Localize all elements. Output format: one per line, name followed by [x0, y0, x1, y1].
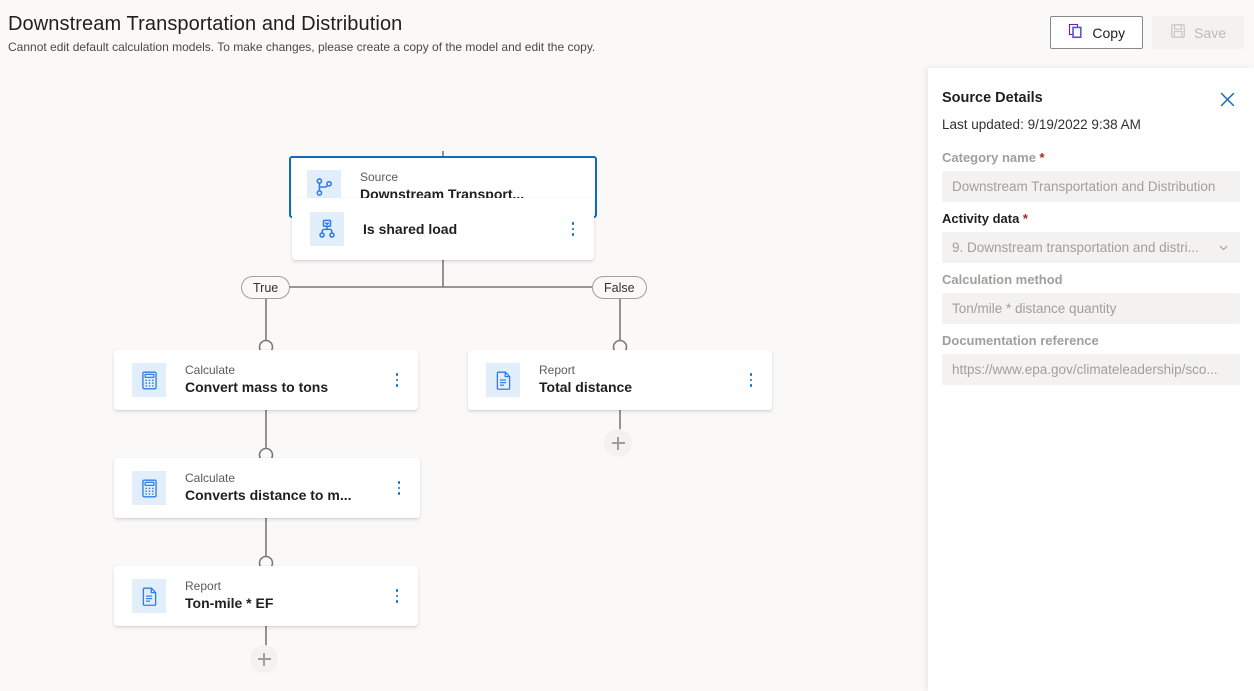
- panel-title: Source Details: [942, 90, 1043, 106]
- calculation-method-value: Ton/mile * distance quantity: [952, 301, 1117, 316]
- category-name-input[interactable]: Downstream Transportation and Distributi…: [942, 171, 1240, 202]
- flow-node-ton-mile-text: Report Ton-mile * EF: [185, 579, 384, 613]
- copy-icon: [1068, 23, 1084, 42]
- flow-node-condition[interactable]: Is shared load: [292, 198, 594, 260]
- flow-node-total-distance-text: Report Total distance: [539, 363, 738, 397]
- flow-node-total-distance[interactable]: Report Total distance: [468, 350, 772, 410]
- flow-node-ton-mile[interactable]: Report Ton-mile * EF: [114, 566, 418, 626]
- flow-node-convert-mass-type: Calculate: [185, 363, 236, 377]
- flow-node-convert-distance[interactable]: Calculate Converts distance to m...: [114, 458, 420, 518]
- flow-node-ton-mile-menu-icon[interactable]: [384, 578, 410, 614]
- flow-node-condition-text: Is shared load: [363, 220, 560, 239]
- chevron-down-icon: [1217, 241, 1230, 254]
- field-documentation-reference: Documentation reference https://www.epa.…: [942, 333, 1240, 385]
- save-icon: [1170, 23, 1186, 42]
- documentation-reference-value: https://www.epa.gov/climateleadership/sc…: [952, 362, 1218, 377]
- flow-node-total-distance-title: Total distance: [539, 379, 633, 395]
- branch-label-false: False: [592, 276, 647, 299]
- calculation-model-page: Downstream Transportation and Distributi…: [0, 0, 1254, 691]
- flow-node-convert-distance-menu-icon[interactable]: [386, 470, 412, 506]
- field-activity-data-label: Activity data *: [942, 211, 1028, 226]
- flow-node-total-distance-type: Report: [539, 363, 576, 377]
- copy-button[interactable]: Copy: [1050, 16, 1144, 49]
- field-category-name-label: Category name *: [942, 150, 1045, 165]
- flow-node-convert-distance-type: Calculate: [185, 471, 236, 485]
- calculator-icon: [132, 471, 166, 505]
- field-calculation-method-label: Calculation method: [942, 272, 1063, 287]
- documentation-reference-input[interactable]: https://www.epa.gov/climateleadership/sc…: [942, 354, 1240, 385]
- branch-label-true: True: [241, 276, 291, 299]
- save-button-label: Save: [1194, 24, 1226, 41]
- flow-canvas[interactable]: Source Downstream Transport... Is shared…: [0, 68, 928, 691]
- close-icon[interactable]: [1214, 86, 1240, 112]
- copy-button-label: Copy: [1092, 24, 1126, 41]
- required-asterisk: *: [1019, 211, 1028, 226]
- page-title: Downstream Transportation and Distributi…: [8, 13, 403, 35]
- flow-node-condition-menu-icon[interactable]: [560, 211, 586, 247]
- panel-last-updated: Last updated: 9/19/2022 9:38 AM: [942, 117, 1141, 132]
- document-icon: [132, 579, 166, 613]
- field-activity-data: Activity data * 9. Downstream transporta…: [942, 211, 1240, 263]
- flow-node-source-type: Source: [360, 170, 399, 184]
- add-step-button-false-branch[interactable]: [604, 429, 632, 457]
- required-asterisk: *: [1035, 150, 1045, 165]
- flow-node-convert-distance-title: Converts distance to m...: [185, 487, 352, 503]
- category-name-value: Downstream Transportation and Distributi…: [952, 179, 1216, 194]
- header-actions: Copy Save: [1050, 16, 1244, 49]
- calculation-method-input[interactable]: Ton/mile * distance quantity: [942, 293, 1240, 324]
- source-details-panel: Source Details Last updated: 9/19/2022 9…: [928, 68, 1254, 691]
- field-documentation-reference-label: Documentation reference: [942, 333, 1099, 348]
- flow-node-convert-distance-text: Calculate Converts distance to m...: [185, 471, 386, 505]
- calculator-icon: [132, 363, 166, 397]
- flow-node-convert-mass-menu-icon[interactable]: [384, 362, 410, 398]
- flow-node-condition-title: Is shared load: [363, 220, 458, 237]
- page-subtitle: Cannot edit default calculation models. …: [8, 40, 596, 54]
- document-icon: [486, 363, 520, 397]
- flow-node-ton-mile-title: Ton-mile * EF: [185, 595, 274, 611]
- activity-data-select[interactable]: 9. Downstream transportation and distri.…: [942, 232, 1240, 263]
- add-step-button-true-branch[interactable]: [250, 645, 278, 673]
- flow-node-convert-mass-text: Calculate Convert mass to tons: [185, 363, 384, 397]
- flow-node-ton-mile-type: Report: [185, 579, 222, 593]
- decision-icon: [310, 212, 344, 246]
- activity-data-value: 9. Downstream transportation and distri.…: [952, 240, 1199, 255]
- flow-node-convert-mass-title: Convert mass to tons: [185, 379, 329, 395]
- flow-node-total-distance-menu-icon[interactable]: [738, 362, 764, 398]
- field-category-name: Category name * Downstream Transportatio…: [942, 150, 1240, 202]
- field-calculation-method: Calculation method Ton/mile * distance q…: [942, 272, 1240, 324]
- save-button: Save: [1152, 16, 1244, 49]
- flow-node-convert-mass[interactable]: Calculate Convert mass to tons: [114, 350, 418, 410]
- page-header: Downstream Transportation and Distributi…: [0, 0, 1254, 68]
